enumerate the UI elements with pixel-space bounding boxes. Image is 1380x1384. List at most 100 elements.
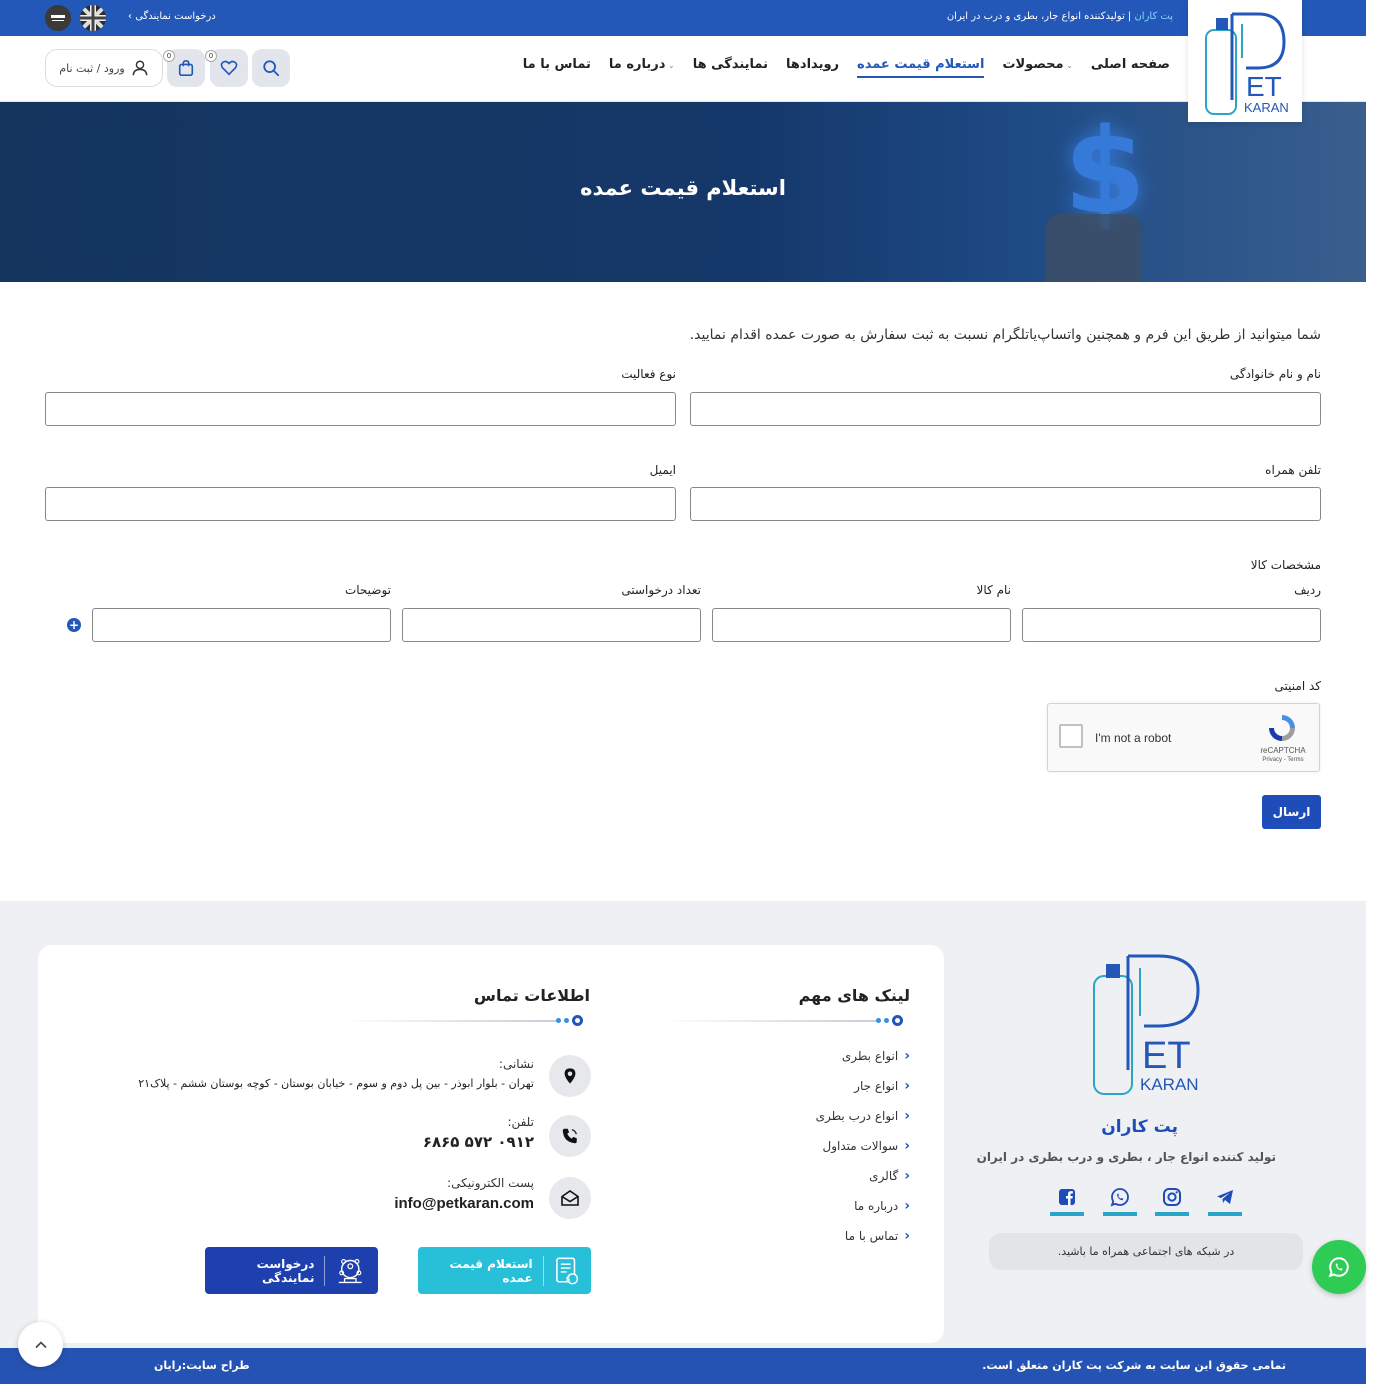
full-name-field[interactable] xyxy=(690,392,1321,426)
links-divider xyxy=(660,1020,880,1022)
nav-item-label: صفحه اصلی xyxy=(1090,57,1170,72)
svg-text:$: $ xyxy=(565,1275,570,1283)
floating-whatsapp-button[interactable] xyxy=(1312,1240,1366,1294)
page-title: استعلام قیمت عمده xyxy=(580,176,786,200)
wishlist-count-badge: 0 xyxy=(205,50,217,62)
footer-logo[interactable]: ET KARAN xyxy=(1088,950,1204,1098)
phone-label: تلفن: xyxy=(507,1115,534,1129)
footer-link-label: انواع بطری xyxy=(841,1049,899,1063)
address-value: تهران - بلوار ابوذر - بین پل دوم و سوم -… xyxy=(138,1077,534,1090)
chevron-up-icon xyxy=(34,1340,47,1348)
english-flag-icon[interactable] xyxy=(80,5,106,31)
add-row-plus-icon[interactable]: + xyxy=(67,618,81,632)
row-number-input[interactable] xyxy=(1022,608,1321,642)
nav-item-5[interactable]: درباره ما ⌄ xyxy=(609,57,675,78)
recaptcha-checkbox[interactable] xyxy=(1059,724,1083,748)
contact-divider xyxy=(340,1020,560,1022)
hero-banner: $ استعلام قیمت عمده xyxy=(0,102,1366,282)
recaptcha-logo-icon xyxy=(1269,715,1295,741)
footer-link-label: انواع درب بطری xyxy=(815,1109,899,1123)
footer-link[interactable]: ‹ سوالات متداول xyxy=(822,1138,910,1154)
search-icon xyxy=(263,60,280,77)
phone-decoration xyxy=(1046,214,1141,282)
footer-link[interactable]: ‹ انواع بطری xyxy=(842,1048,910,1064)
recaptcha-text: I'm not a robot xyxy=(1095,731,1172,745)
search-button[interactable] xyxy=(252,49,290,87)
nav-item-4[interactable]: نمایندگی ها xyxy=(693,57,768,78)
activity-type-field[interactable] xyxy=(45,392,676,426)
shopping-bag-icon xyxy=(178,59,194,77)
whatsapp-icon xyxy=(1328,1257,1349,1278)
footer-brand-desc: تولید کننده انواع جار ، بطری و درب بطری … xyxy=(976,1150,1276,1164)
nav-item-label: تماس با ما xyxy=(522,57,591,72)
wholesale-cta-button[interactable]: $ استعلام قیمت عمده xyxy=(418,1247,591,1294)
footer-link-label: درباره ما xyxy=(854,1199,899,1213)
chevron-left-icon: ‹ xyxy=(904,1168,910,1184)
nav-item-6[interactable]: تماس با ما xyxy=(523,57,591,78)
footer-link-label: سوالات متداول xyxy=(822,1139,899,1153)
nav-item-label: نمایندگی ها xyxy=(692,57,769,72)
wholesale-cta-label: استعلام قیمت عمده xyxy=(449,1256,533,1285)
email-value[interactable]: info@petkaran.com xyxy=(394,1195,534,1212)
description-input[interactable] xyxy=(92,608,391,642)
product-name-input[interactable] xyxy=(712,608,1011,642)
footer-link-label: تماس با ما xyxy=(844,1229,899,1243)
top-brand-link[interactable]: پت کاران xyxy=(1134,11,1173,22)
footer-link[interactable]: ‹ تماس با ما xyxy=(845,1228,910,1244)
agency-cta-button[interactable]: درخواست نمایندگی xyxy=(205,1247,378,1294)
top-bar: پت کاران | تولیدکننده انواع جار، بطری و … xyxy=(0,0,1366,36)
col-row-label: ردیف xyxy=(1294,583,1321,597)
location-pin-icon xyxy=(549,1055,591,1097)
nav-item-2[interactable]: استعلام قیمت عمده xyxy=(857,57,985,78)
login-label: ورود / ثبت نام xyxy=(59,61,125,75)
site-logo[interactable]: ET KARAN xyxy=(1188,0,1302,122)
heart-icon xyxy=(220,60,238,76)
designer-credit[interactable]: طراح سایت:رایان xyxy=(154,1359,250,1372)
footer-link[interactable]: ‹ انواع درب بطری xyxy=(816,1108,910,1124)
copyright-text: تمامی حقوق این سایت به شرکت پت کاران متع… xyxy=(982,1359,1286,1372)
nav-item-3[interactable]: رویدادها xyxy=(786,57,839,78)
agency-request-link[interactable]: ‹ درخواست نمایندگی xyxy=(128,11,216,22)
footer-link-label: انواع جار xyxy=(854,1079,899,1093)
top-tagline: پت کاران | تولیدکننده انواع جار، بطری و … xyxy=(947,11,1173,22)
invoice-icon: $ xyxy=(555,1257,578,1284)
footer-link[interactable]: ‹ درباره ما xyxy=(854,1198,910,1214)
activity-type-label: نوع فعالیت xyxy=(621,367,676,381)
chevron-down-icon: ⌄ xyxy=(1063,61,1073,70)
phone-value[interactable]: ۰۹۱۲ ۵۷۲ ۶۸۶۵ xyxy=(423,1133,534,1151)
scroll-to-top-button[interactable] xyxy=(18,1322,63,1367)
chevron-left-icon: ‹ xyxy=(904,1228,910,1244)
chevron-left-icon: ‹ xyxy=(904,1078,910,1094)
nav-item-label: درباره ما xyxy=(608,57,666,72)
email-label-footer: پست الکترونیکی: xyxy=(447,1176,534,1190)
chevron-left-icon: ‹ xyxy=(904,1048,910,1064)
submit-button[interactable]: ارسال xyxy=(1262,795,1321,829)
mobile-field[interactable] xyxy=(690,487,1321,521)
whatsapp-icon[interactable] xyxy=(1103,1182,1137,1216)
footer-link[interactable]: ‹ گالری xyxy=(869,1168,910,1184)
svg-text:KARAN: KARAN xyxy=(1244,100,1289,115)
instagram-icon[interactable] xyxy=(1155,1182,1189,1216)
recaptcha-brand: reCAPTCHA xyxy=(1260,746,1306,755)
nav-item-1[interactable]: محصولات ⌄ xyxy=(1002,57,1072,78)
email-field[interactable] xyxy=(45,487,676,521)
col-product-name-label: نام کالا xyxy=(976,583,1011,597)
recaptcha-terms-link[interactable]: Privacy - Terms xyxy=(1252,757,1314,763)
footer-link[interactable]: ‹ انواع جار xyxy=(854,1078,910,1094)
quantity-input[interactable] xyxy=(402,608,701,642)
form-intro-text: شما میتوانید از طریق این فرم و همچنین وا… xyxy=(689,327,1321,343)
recaptcha-widget: I'm not a robot reCAPTCHA Privacy - Term… xyxy=(1047,703,1320,772)
agency-cta-label: درخواست نمایندگی xyxy=(256,1256,315,1285)
login-register-button[interactable]: ورود / ثبت نام xyxy=(45,49,163,87)
telegram-icon[interactable] xyxy=(1208,1182,1242,1216)
footer-link-label: گالری xyxy=(869,1169,899,1183)
phone-icon xyxy=(549,1115,591,1157)
facebook-icon[interactable] xyxy=(1050,1182,1084,1216)
arabic-flag-icon[interactable] xyxy=(45,5,71,31)
nav-item-0[interactable]: صفحه اصلی xyxy=(1091,57,1170,78)
nav-item-label: استعلام قیمت عمده xyxy=(857,57,985,72)
user-icon xyxy=(132,60,148,76)
mobile-label: تلفن همراه xyxy=(1265,463,1321,477)
agency-request-label: درخواست نمایندگی xyxy=(135,11,216,22)
links-divider-dots xyxy=(876,1015,903,1026)
